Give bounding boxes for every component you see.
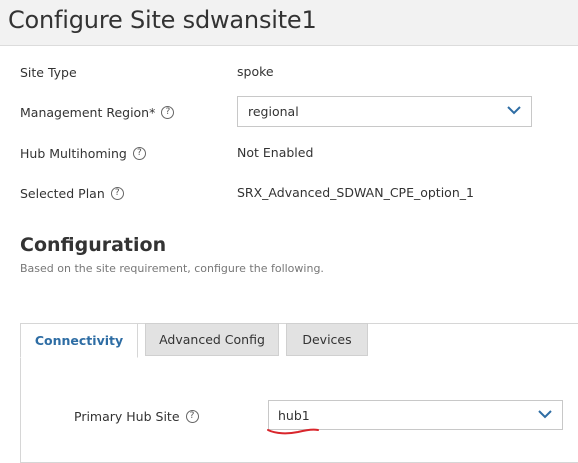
configuration-subtitle: Based on the site requirement, configure… bbox=[20, 262, 324, 275]
tab-devices[interactable]: Devices bbox=[286, 323, 368, 356]
configuration-title: Configuration bbox=[20, 234, 167, 256]
annotation-underline bbox=[267, 428, 319, 435]
hub-multihoming-label: Hub Multihoming ? bbox=[20, 146, 146, 161]
hub-multihoming-value: Not Enabled bbox=[237, 145, 314, 160]
chevron-down-icon bbox=[538, 410, 552, 419]
tab-advanced-config[interactable]: Advanced Config bbox=[145, 323, 279, 356]
selected-plan-value: SRX_Advanced_SDWAN_CPE_option_1 bbox=[237, 185, 474, 200]
page-header: Configure Site sdwansite1 bbox=[0, 0, 578, 46]
selected-plan-label: Selected Plan ? bbox=[20, 186, 124, 201]
help-circle-icon[interactable]: ? bbox=[132, 147, 146, 160]
management-region-select[interactable]: regional bbox=[237, 96, 532, 127]
help-circle-icon[interactable]: ? bbox=[185, 410, 199, 423]
help-circle-icon[interactable]: ? bbox=[161, 106, 175, 119]
management-region-label: Management Region* ? bbox=[20, 105, 175, 120]
help-circle-icon[interactable]: ? bbox=[110, 187, 124, 200]
site-type-value: spoke bbox=[237, 64, 274, 79]
management-region-selected-value: regional bbox=[248, 104, 299, 119]
tab-connectivity[interactable]: Connectivity bbox=[20, 323, 138, 358]
primary-hub-site-label: Primary Hub Site ? bbox=[74, 409, 199, 424]
primary-hub-site-selected-value: hub1 bbox=[278, 408, 310, 423]
site-type-label: Site Type bbox=[20, 65, 77, 80]
chevron-down-icon bbox=[507, 106, 521, 115]
page-title: Configure Site sdwansite1 bbox=[8, 6, 317, 34]
